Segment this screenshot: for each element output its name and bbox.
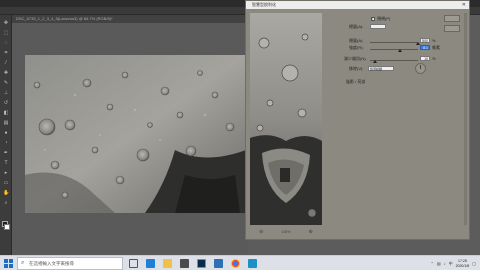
preview-checkbox-label: 預視(P) — [377, 16, 391, 21]
brush-icon[interactable]: ✎ — [3, 81, 9, 86]
blur-icon[interactable]: ● — [3, 131, 9, 136]
noise-field[interactable]: 10 — [420, 56, 430, 61]
type-icon[interactable]: T — [3, 161, 9, 166]
zoom-icon[interactable]: ⌕ — [3, 201, 9, 206]
hand-icon[interactable]: ✋ — [3, 191, 9, 196]
search-icon: ⌕ — [21, 260, 25, 266]
clock-date: 2020/1/8 — [455, 263, 470, 268]
preview-zoom-bar: ⊖ 100% ⊕ — [250, 228, 322, 236]
network-icon[interactable]: ▤ — [437, 261, 441, 266]
store-icon[interactable] — [180, 259, 189, 268]
preset-select[interactable] — [370, 24, 386, 29]
path-select-icon[interactable]: ▸ — [3, 171, 9, 176]
pen-icon[interactable]: ✒ — [3, 151, 9, 156]
noise-slider[interactable] — [370, 60, 418, 61]
noise-unit: % — [432, 56, 436, 61]
lasso-icon[interactable]: ◌ — [3, 41, 9, 46]
mail-icon[interactable] — [214, 259, 223, 268]
explorer-icon[interactable] — [163, 259, 172, 268]
amount-row-label: 總量(A): — [349, 38, 364, 43]
close-icon[interactable]: ✕ — [462, 1, 466, 9]
search-placeholder: 在這裡輸入文字來搜尋 — [29, 261, 74, 266]
cancel-button[interactable] — [444, 25, 460, 32]
input-language[interactable]: 中 — [449, 261, 453, 267]
zoom-in-icon[interactable]: ⊕ — [309, 229, 313, 235]
taskbar-search[interactable]: ⌕ 在這裡輸入文字來搜尋 — [17, 257, 123, 270]
radius-field[interactable]: 8.1 — [420, 45, 430, 50]
radius-slider[interactable] — [370, 49, 418, 50]
eyedropper-icon[interactable]: ⁄ — [3, 61, 9, 66]
task-view-icon[interactable] — [129, 259, 138, 268]
stamp-icon[interactable]: ⊥ — [3, 91, 9, 96]
photos-icon[interactable] — [248, 259, 257, 268]
smart-sharpen-dialog: 智慧型銳利化 ✕ ⊖ 100% ⊕ ✓ 預視(P) 總量(A): 總量(A): … — [245, 0, 470, 240]
history-brush-icon[interactable]: ↺ — [3, 101, 9, 106]
preview-pane[interactable] — [250, 13, 322, 225]
notification-icon[interactable]: ▢ — [472, 261, 476, 266]
dialog-title: 智慧型銳利化 — [246, 1, 469, 9]
radius-unit: 像素 — [432, 45, 440, 50]
noise-label: 減少雜訊(N): — [344, 56, 367, 61]
preview-checkbox[interactable] — [371, 16, 375, 21]
shadows-highlights-toggle[interactable]: 陰影 / 亮部 — [346, 79, 365, 84]
desktop: ✥ ⬚ ◌ ⌗ ⁄ ✚ ✎ ⊥ ↺ ◧ ▤ ● ◔ ✒ T ▸ ▭ ✋ ⌕ DS… — [0, 0, 480, 270]
heal-icon[interactable]: ✚ — [3, 71, 9, 76]
document-tab[interactable]: DSC_5735_1_2_3_4_5(Lanczos3) @ 66.7% (RG… — [12, 15, 248, 23]
amount-unit: % — [432, 38, 436, 43]
dialog-scrollbar[interactable] — [464, 13, 467, 225]
amount-label: 總量(A): — [349, 24, 364, 29]
volume-icon[interactable]: ♪ — [444, 261, 446, 266]
marquee-icon[interactable]: ⬚ — [3, 31, 9, 36]
eraser-icon[interactable]: ◧ — [3, 111, 9, 116]
edge-icon[interactable] — [146, 259, 155, 268]
angle-dial[interactable] — [415, 63, 426, 74]
dodge-icon[interactable]: ◔ — [3, 141, 9, 146]
photoshop-icon[interactable] — [197, 259, 206, 268]
clock[interactable]: 17:28 2020/1/8 — [456, 259, 470, 268]
ok-button[interactable] — [444, 15, 460, 22]
remove-select[interactable]: 鏡頭模糊 — [368, 66, 394, 71]
crop-icon[interactable]: ⌗ — [3, 51, 9, 56]
amount-slider[interactable] — [370, 42, 418, 43]
background-color-swatch[interactable] — [4, 224, 10, 230]
system-tray: ⌃ ▤ ♪ 中 17:28 2020/1/8 ▢ — [430, 257, 476, 270]
chevron-up-icon[interactable]: ⌃ — [430, 261, 433, 266]
windows-start-icon[interactable] — [4, 259, 13, 268]
radius-label: 強度(R): — [349, 45, 364, 50]
gradient-icon[interactable]: ▤ — [3, 121, 9, 126]
shape-icon[interactable]: ▭ — [3, 181, 9, 186]
radius-slider-thumb[interactable] — [397, 49, 402, 52]
tool-panel: ✥ ⬚ ◌ ⌗ ⁄ ✚ ✎ ⊥ ↺ ◧ ▤ ● ◔ ✒ T ▸ ▭ ✋ ⌕ — [0, 15, 12, 255]
amount-field[interactable]: 500 — [420, 38, 430, 43]
taskbar: ⌕ 在這裡輸入文字來搜尋 ⌃ ▤ ♪ 中 17:28 2020/1/8 ▢ — [0, 255, 480, 270]
remove-label: 移除(V): — [349, 66, 364, 71]
move-icon[interactable]: ✥ — [3, 21, 9, 26]
noise-slider-thumb[interactable] — [372, 60, 377, 63]
chrome-icon[interactable] — [231, 259, 240, 268]
moon-image[interactable] — [25, 55, 246, 213]
zoom-level: 100% — [281, 230, 291, 234]
zoom-out-icon[interactable]: ⊖ — [259, 229, 263, 235]
